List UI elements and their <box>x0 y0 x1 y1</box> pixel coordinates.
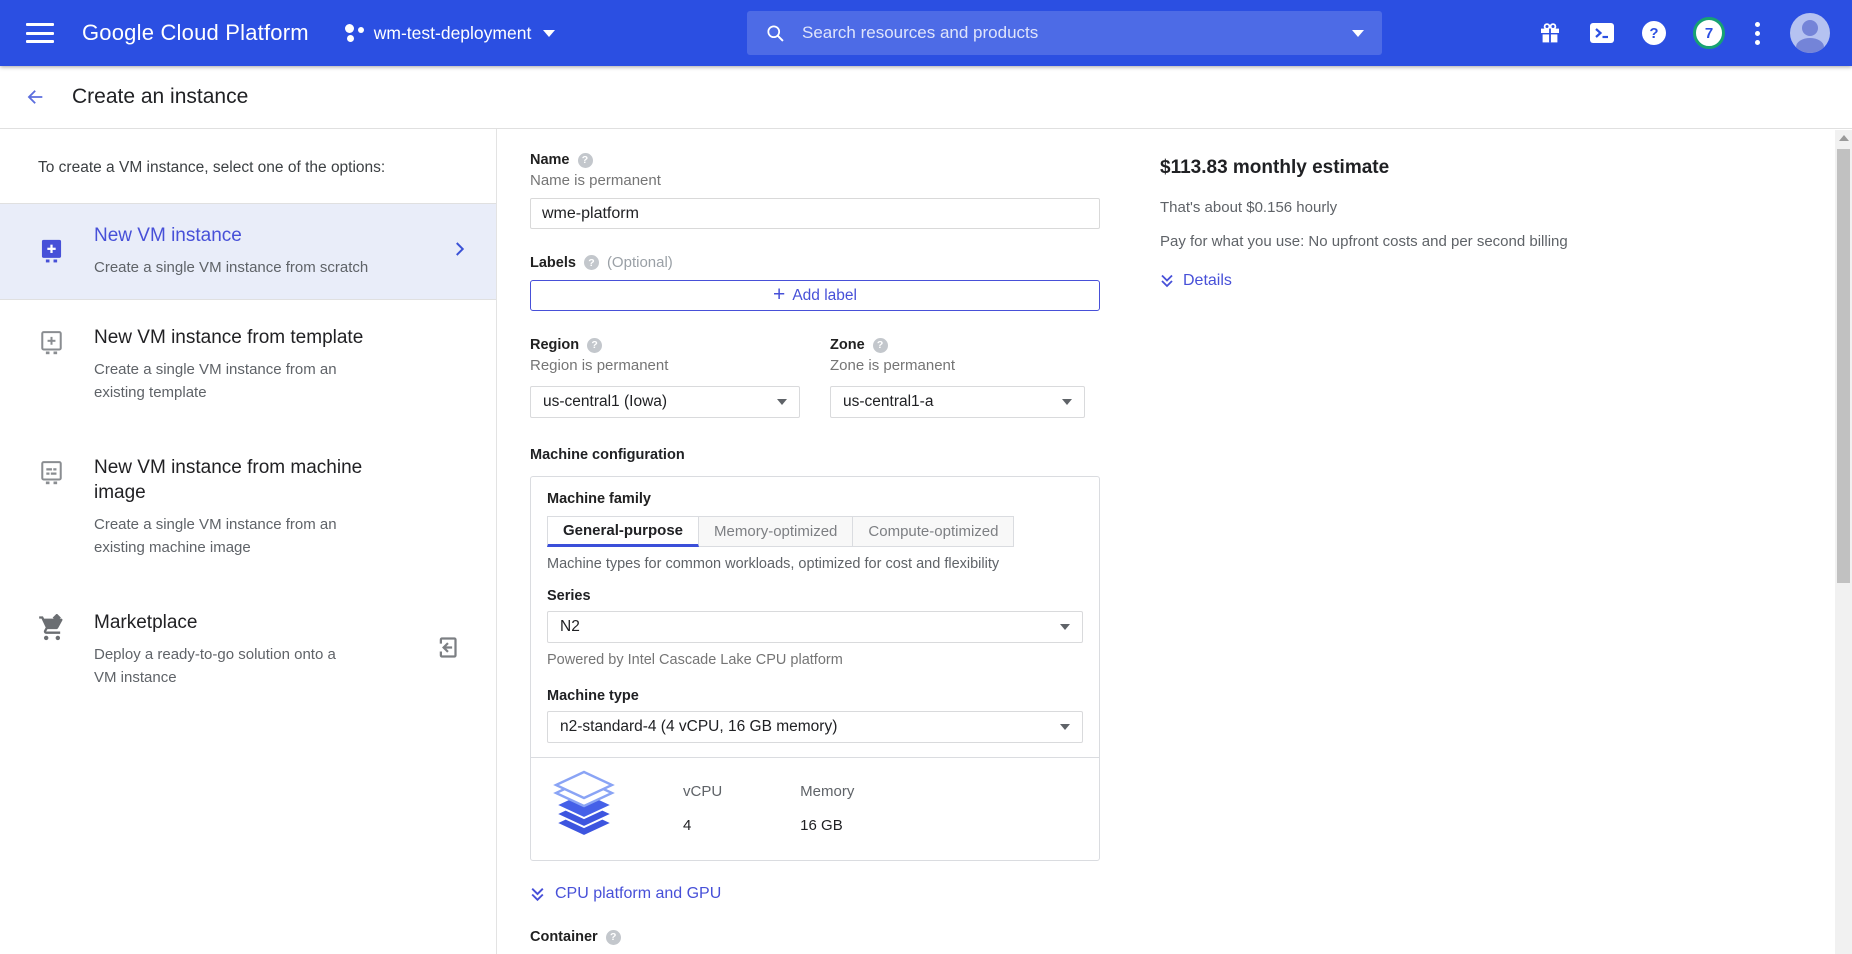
scroll-up-arrow[interactable] <box>1839 135 1849 141</box>
help-icon[interactable] <box>578 153 593 168</box>
container-label: Container <box>530 929 598 945</box>
expand-more-icon <box>530 886 545 903</box>
page-title: Create an instance <box>72 85 248 109</box>
sidebar-item-new-vm-from-template[interactable]: New VM instance from template Create a s… <box>0 300 496 430</box>
vm-instance-icon <box>38 237 65 269</box>
name-label: Name <box>530 152 570 168</box>
creation-options-sidebar: To create a VM instance, select one of t… <box>0 129 497 954</box>
sidebar-item-new-vm-instance[interactable]: New VM instance Create a single VM insta… <box>0 203 496 300</box>
sidebar-item-new-vm-from-machine-image[interactable]: New VM instance from machine image Creat… <box>0 430 496 585</box>
gcp-logo[interactable]: Google Cloud Platform <box>82 20 309 46</box>
avatar[interactable] <box>1790 13 1830 53</box>
option-desc: Create a single VM instance from an exis… <box>94 358 352 405</box>
header-actions: ? 7 <box>1537 0 1852 66</box>
chevron-right-icon <box>450 240 468 263</box>
help-icon[interactable] <box>873 338 888 353</box>
option-title: New VM instance from machine image <box>94 456 404 505</box>
exit-to-app-icon <box>433 634 460 666</box>
machine-configuration-heading: Machine configuration <box>530 447 1100 463</box>
cloud-shell-icon[interactable] <box>1589 20 1615 46</box>
region-label: Region <box>530 337 579 353</box>
help-icon[interactable]: ? <box>1641 20 1667 46</box>
machine-family-description: Machine types for common workloads, opti… <box>547 556 1083 572</box>
memory-label: Memory <box>800 783 854 800</box>
cpu-platform-gpu-expander[interactable]: CPU platform and GPU <box>530 885 1100 903</box>
billing-note: Pay for what you use: No upfront costs a… <box>1160 233 1690 250</box>
machine-configuration-box: Machine family General-purpose Memory-op… <box>530 476 1100 861</box>
machine-type-summary: vCPU 4 Memory 16 GB <box>531 757 1099 860</box>
tab-general-purpose[interactable]: General-purpose <box>547 516 699 547</box>
sidebar-item-marketplace[interactable]: Marketplace Deploy a ready-to-go solutio… <box>0 585 496 715</box>
machine-family-label: Machine family <box>547 491 1083 507</box>
series-select[interactable]: N2 <box>547 611 1083 643</box>
help-icon[interactable] <box>587 338 602 353</box>
marketplace-cart-icon <box>38 614 65 647</box>
search-icon <box>765 23 786 44</box>
monthly-estimate: $113.83 monthly estimate <box>1160 157 1690 179</box>
tab-memory-optimized[interactable]: Memory-optimized <box>699 516 853 547</box>
hamburger-menu-icon[interactable] <box>26 23 54 43</box>
chevron-down-icon <box>543 30 555 37</box>
labels-optional: (Optional) <box>607 254 673 271</box>
region-select[interactable]: us-central1 (Iowa) <box>530 386 800 418</box>
vcpu-value: 4 <box>683 817 722 834</box>
gift-icon[interactable] <box>1537 20 1563 46</box>
notifications-badge[interactable]: 7 <box>1693 17 1725 49</box>
details-expander[interactable]: Details <box>1160 272 1690 290</box>
back-button[interactable] <box>22 86 48 108</box>
search-dropdown-icon[interactable] <box>1352 30 1364 37</box>
help-icon[interactable] <box>606 930 621 945</box>
name-hint: Name is permanent <box>530 172 1100 189</box>
layers-icon <box>547 770 621 846</box>
option-title: New VM instance from template <box>94 326 404 351</box>
chevron-down-icon <box>1060 624 1070 630</box>
machine-type-select[interactable]: n2-standard-4 (4 vCPU, 16 GB memory) <box>547 711 1083 743</box>
vcpu-label: vCPU <box>683 783 722 800</box>
project-selector[interactable]: wm-test-deployment <box>345 23 556 44</box>
create-instance-page: Google Cloud Platform wm-test-deployment <box>0 0 1852 954</box>
top-bar: Google Cloud Platform wm-test-deployment <box>0 0 1852 66</box>
sidebar-intro: To create a VM instance, select one of t… <box>0 129 496 203</box>
series-label: Series <box>547 588 1083 604</box>
chevron-down-icon <box>777 399 787 405</box>
option-desc: Create a single VM instance from an exis… <box>94 513 352 560</box>
machine-image-icon <box>38 459 65 491</box>
chevron-down-icon <box>1062 399 1072 405</box>
zone-hint: Zone is permanent <box>830 357 1085 374</box>
project-icon <box>345 23 365 43</box>
region-hint: Region is permanent <box>530 357 800 374</box>
zone-label: Zone <box>830 337 865 353</box>
chevron-down-icon <box>1060 724 1070 730</box>
plus-icon: + <box>773 284 785 305</box>
expand-more-icon <box>1160 273 1174 289</box>
labels-label: Labels <box>530 255 576 271</box>
vertical-scrollbar[interactable] <box>1835 130 1852 954</box>
machine-family-tabs: General-purpose Memory-optimized Compute… <box>547 516 1083 547</box>
zone-select[interactable]: us-central1-a <box>830 386 1085 418</box>
hourly-estimate: That's about $0.156 hourly <box>1160 199 1690 216</box>
series-hint: Powered by Intel Cascade Lake CPU platfo… <box>547 652 1083 668</box>
project-name: wm-test-deployment <box>374 23 532 44</box>
option-desc: Create a single VM instance from scratch <box>94 256 414 279</box>
instance-form: Name Name is permanent Labels (Optional)… <box>530 129 1100 954</box>
search-input[interactable] <box>802 23 1342 43</box>
option-title: New VM instance <box>94 224 404 249</box>
search-bar[interactable] <box>747 11 1382 55</box>
vm-template-icon <box>38 329 65 361</box>
tab-compute-optimized[interactable]: Compute-optimized <box>853 516 1014 547</box>
memory-value: 16 GB <box>800 817 854 834</box>
page-header: Create an instance <box>0 66 1852 129</box>
name-input[interactable] <box>530 198 1100 229</box>
cost-estimate-panel: $113.83 monthly estimate That's about $0… <box>1160 129 1690 290</box>
help-icon[interactable] <box>584 255 599 270</box>
machine-type-label: Machine type <box>547 688 1083 704</box>
add-label-button[interactable]: + Add label <box>530 280 1100 311</box>
option-title: Marketplace <box>94 611 404 636</box>
more-options-icon[interactable] <box>1751 22 1764 45</box>
scrollbar-thumb[interactable] <box>1837 149 1850 583</box>
option-desc: Deploy a ready-to-go solution onto a VM … <box>94 643 352 690</box>
